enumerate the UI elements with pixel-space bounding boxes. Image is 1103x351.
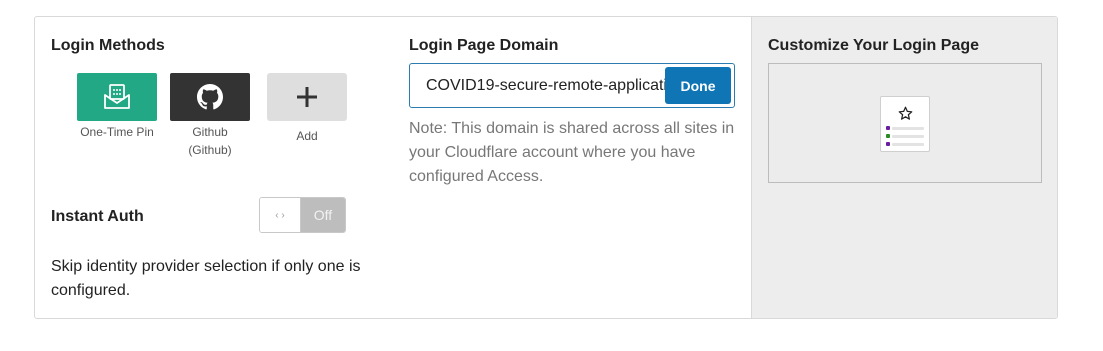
preview-dot <box>886 134 890 138</box>
login-method-github[interactable]: Github (Github) <box>170 73 250 159</box>
star-icon <box>898 106 913 120</box>
mini-login-page <box>880 96 930 152</box>
add-login-method-button[interactable]: Add <box>267 73 347 145</box>
toggle-knob[interactable]: ‹ › <box>260 198 301 232</box>
customize-login-heading: Customize Your Login Page <box>768 37 979 54</box>
done-button[interactable]: Done <box>665 67 731 104</box>
login-page-preview[interactable] <box>768 63 1042 183</box>
preview-dot <box>886 142 890 146</box>
login-method-one-time-pin[interactable]: One-Time Pin <box>77 73 157 141</box>
domain-note: Note: This domain is shared across all s… <box>409 120 735 185</box>
envelope-pin-icon[interactable] <box>77 73 157 121</box>
preview-line <box>892 127 924 130</box>
customize-login-panel: Customize Your Login Page <box>751 17 1057 318</box>
preview-line <box>892 143 924 146</box>
instant-auth-heading: Instant Auth <box>51 208 144 225</box>
login-methods-heading: Login Methods <box>51 37 165 54</box>
method-label: Add <box>296 129 318 143</box>
github-icon[interactable] <box>170 73 250 121</box>
preview-line <box>892 135 924 138</box>
toggle-state-label[interactable]: Off <box>301 198 345 232</box>
method-label: Github (Github) <box>188 125 232 157</box>
instant-auth-description: Skip identity provider selection if only… <box>51 258 361 299</box>
login-page-domain-heading: Login Page Domain <box>409 37 559 54</box>
method-label: One-Time Pin <box>80 125 154 139</box>
login-domain-field[interactable]: Done <box>409 63 735 108</box>
login-domain-input[interactable] <box>410 64 668 107</box>
access-settings-card: Login Methods One-Time Pin Github (Githu… <box>34 16 1058 319</box>
instant-auth-toggle[interactable]: ‹ › Off <box>259 197 346 233</box>
plus-icon[interactable] <box>267 73 347 121</box>
preview-dot <box>886 126 890 130</box>
